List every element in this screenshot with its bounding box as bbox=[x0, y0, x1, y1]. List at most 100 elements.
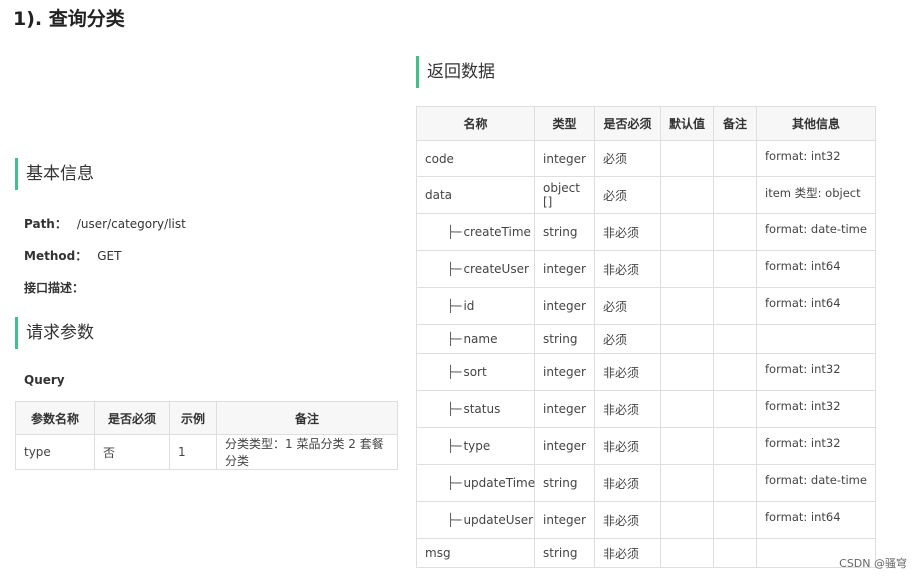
field-name: ├─ sort bbox=[416, 353, 535, 391]
field-name: data bbox=[416, 176, 535, 214]
table-row: ├─ name string 必须 bbox=[416, 324, 876, 354]
field-name: ├─ status bbox=[416, 390, 535, 428]
path-value: /user/category/list bbox=[76, 217, 186, 231]
field-required: 非必须 bbox=[594, 213, 661, 251]
field-name-text: type bbox=[463, 439, 491, 453]
field-name: ├─ createTime bbox=[416, 213, 535, 251]
field-default bbox=[660, 427, 714, 465]
param-note: 分类类型：1 菜品分类 2 套餐分类 bbox=[216, 434, 398, 470]
field-required: 非必须 bbox=[594, 538, 661, 568]
field-name: ├─ createUser bbox=[416, 250, 535, 288]
field-name-text: sort bbox=[463, 365, 487, 379]
field-name-text: id bbox=[463, 299, 475, 313]
field-name: ├─ type bbox=[416, 427, 535, 465]
field-required: 必须 bbox=[594, 176, 661, 214]
field-name: code bbox=[416, 140, 535, 177]
field-type: string bbox=[534, 538, 595, 568]
field-default bbox=[660, 140, 714, 177]
table-row: ├─ status integer 非必须 format: int32 bbox=[416, 390, 876, 428]
field-type: integer bbox=[534, 501, 595, 539]
field-default bbox=[660, 250, 714, 288]
field-type: string bbox=[534, 324, 595, 354]
field-type: integer bbox=[534, 427, 595, 465]
column-header: 是否必须 bbox=[94, 401, 170, 435]
field-name: msg bbox=[416, 538, 535, 568]
field-name-text: updateTime bbox=[463, 476, 536, 490]
watermark: CSDN @骚穹 bbox=[839, 557, 907, 570]
field-default bbox=[660, 213, 714, 251]
field-note bbox=[713, 140, 757, 177]
field-note bbox=[713, 353, 757, 391]
field-required: 非必须 bbox=[594, 501, 661, 539]
field-other-info: format: int64 bbox=[756, 287, 876, 325]
field-required: 非必须 bbox=[594, 250, 661, 288]
field-type: integer bbox=[534, 250, 595, 288]
table-row: ├─ updateTime string 非必须 format: date-time bbox=[416, 464, 876, 502]
field-type: integer bbox=[534, 390, 595, 428]
field-required: 非必须 bbox=[594, 390, 661, 428]
param-name: type bbox=[15, 434, 95, 470]
basic-info-heading: 基本信息 bbox=[15, 158, 94, 190]
column-header: 其他信息 bbox=[756, 106, 876, 141]
table-row: ├─ sort integer 非必须 format: int32 bbox=[416, 353, 876, 391]
tree-branch-icon: ├─ bbox=[447, 332, 462, 346]
table-row: data object [] 必须 item 类型: object bbox=[416, 176, 876, 214]
field-name-text: status bbox=[463, 402, 501, 416]
field-name-text: createTime bbox=[463, 225, 531, 239]
field-default bbox=[660, 501, 714, 539]
table-row: type 否 1 分类类型：1 菜品分类 2 套餐分类 bbox=[15, 434, 398, 470]
column-header: 类型 bbox=[534, 106, 595, 141]
field-name: ├─ updateUser bbox=[416, 501, 535, 539]
description-label: 接口描述： bbox=[24, 281, 85, 295]
path-row: Path： /user/category/list bbox=[24, 215, 186, 232]
method-row: Method： GET bbox=[24, 247, 121, 264]
field-other-info: format: int32 bbox=[756, 353, 876, 391]
tree-branch-icon: ├─ bbox=[447, 299, 462, 313]
field-name: ├─ name bbox=[416, 324, 535, 354]
request-params-table: 参数名称 是否必须 示例 备注 type 否 1 分类类型：1 菜品分类 2 套… bbox=[15, 401, 398, 470]
field-required: 非必须 bbox=[594, 427, 661, 465]
tree-branch-icon: ├─ bbox=[447, 225, 462, 239]
path-label: Path： bbox=[24, 217, 67, 231]
field-type: string bbox=[534, 213, 595, 251]
field-note bbox=[713, 213, 757, 251]
field-other-info: format: date-time bbox=[756, 464, 876, 502]
field-name-text: name bbox=[463, 332, 498, 346]
field-default bbox=[660, 390, 714, 428]
response-table: 名称 类型 是否必须 默认值 备注 其他信息 code integer 必须 form… bbox=[416, 106, 876, 568]
table-row: ├─ createTime string 非必须 format: date-time bbox=[416, 213, 876, 251]
table-row: ├─ id integer 必须 format: int64 bbox=[416, 287, 876, 325]
tree-branch-icon: ├─ bbox=[447, 402, 462, 416]
field-default bbox=[660, 353, 714, 391]
field-note bbox=[713, 176, 757, 214]
field-type: string bbox=[534, 464, 595, 502]
table-header-row: 参数名称 是否必须 示例 备注 bbox=[15, 401, 398, 435]
field-default bbox=[660, 324, 714, 354]
field-type: object [] bbox=[534, 176, 595, 214]
column-header: 是否必须 bbox=[594, 106, 661, 141]
field-note bbox=[713, 427, 757, 465]
table-row: ├─ updateUser integer 非必须 format: int64 bbox=[416, 501, 876, 539]
field-other-info: format: int64 bbox=[756, 250, 876, 288]
field-other-info: item 类型: object bbox=[756, 176, 876, 214]
column-header: 示例 bbox=[169, 401, 217, 435]
field-required: 必须 bbox=[594, 324, 661, 354]
field-note bbox=[713, 324, 757, 354]
field-note bbox=[713, 538, 757, 568]
description-row: 接口描述： bbox=[24, 279, 94, 296]
page-title: 1). 查询分类 bbox=[13, 8, 125, 30]
field-other-info: format: date-time bbox=[756, 213, 876, 251]
field-required: 必须 bbox=[594, 140, 661, 177]
table-row: ├─ type integer 非必须 format: int32 bbox=[416, 427, 876, 465]
column-header: 名称 bbox=[416, 106, 535, 141]
field-other-info: format: int32 bbox=[756, 427, 876, 465]
field-other-info: format: int32 bbox=[756, 140, 876, 177]
field-note bbox=[713, 464, 757, 502]
field-default bbox=[660, 287, 714, 325]
field-type: integer bbox=[534, 353, 595, 391]
param-required: 否 bbox=[94, 434, 170, 470]
field-note bbox=[713, 501, 757, 539]
method-label: Method： bbox=[24, 249, 88, 263]
method-value: GET bbox=[97, 249, 122, 263]
table-row: ├─ createUser integer 非必须 format: int64 bbox=[416, 250, 876, 288]
